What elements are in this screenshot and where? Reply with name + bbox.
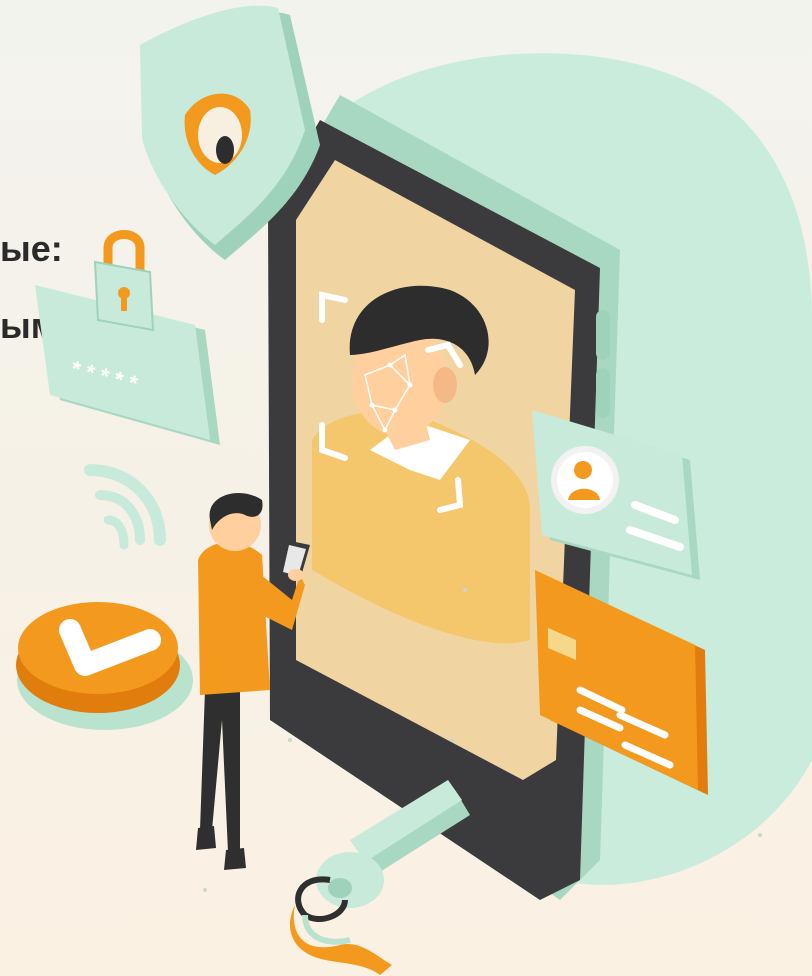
padlock-icon: * * * * * <box>35 230 220 445</box>
mesh-node <box>382 427 388 433</box>
key-bow-hole <box>328 878 352 898</box>
illustration: * * * * * <box>16 5 812 975</box>
mesh-node <box>407 382 413 388</box>
avatar-ear <box>433 367 457 403</box>
checkmark-button-icon <box>16 602 193 730</box>
mesh-node <box>387 362 393 368</box>
person-hand <box>288 569 304 581</box>
person-torso <box>198 542 270 695</box>
wifi-signal-icon <box>84 464 166 550</box>
side-button-1 <box>596 310 610 360</box>
side-button-2 <box>596 368 610 418</box>
mesh-node <box>369 402 375 408</box>
mesh-node <box>392 407 398 413</box>
key-icon <box>290 780 470 975</box>
eye-pupil <box>216 136 234 164</box>
person-shoe-right <box>224 848 246 870</box>
person-shoe-left <box>196 826 216 850</box>
profile-avatar-head <box>574 461 592 479</box>
padlock-keyhole-slot <box>121 297 127 311</box>
wifi-wave-3 <box>103 515 129 550</box>
